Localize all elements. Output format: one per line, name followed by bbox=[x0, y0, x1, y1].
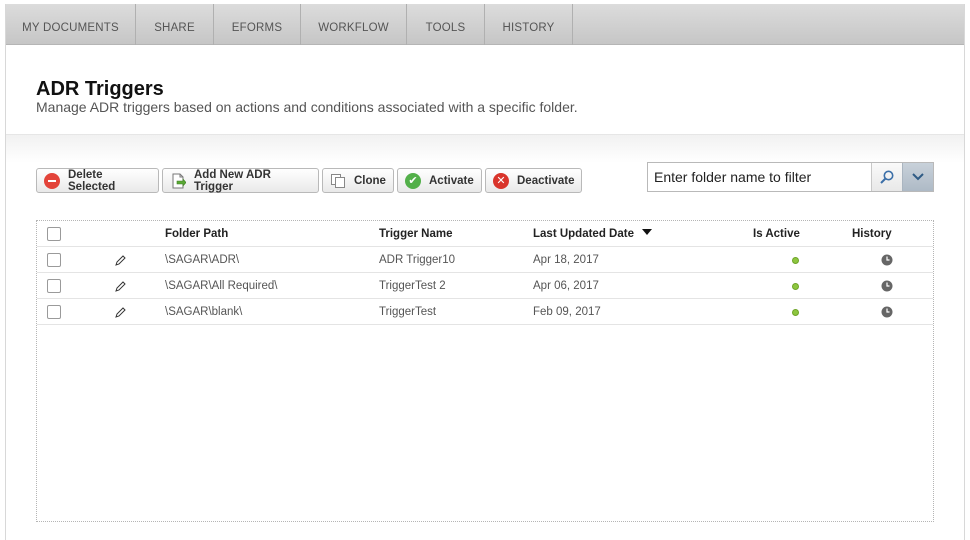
nav-workflow[interactable]: WORKFLOW bbox=[301, 4, 407, 45]
search-button[interactable] bbox=[871, 163, 902, 191]
sort-descending-icon bbox=[641, 229, 652, 235]
column-is-active[interactable]: Is Active bbox=[753, 221, 800, 247]
trigger-name-cell: ADR Trigger10 bbox=[379, 254, 456, 266]
column-history[interactable]: History bbox=[852, 221, 892, 247]
row-checkbox[interactable] bbox=[47, 279, 61, 293]
clock-icon[interactable] bbox=[881, 254, 893, 266]
content-area: Delete Selected Add New ADR Trigger Clon… bbox=[6, 135, 964, 540]
clock-icon[interactable] bbox=[881, 280, 893, 292]
page-subtitle: Manage ADR triggers based on actions and… bbox=[36, 99, 578, 115]
trigger-name-cell: TriggerTest bbox=[379, 306, 437, 318]
last-updated-cell: Apr 06, 2017 bbox=[533, 280, 599, 292]
add-adr-trigger-button[interactable]: Add New ADR Trigger bbox=[162, 168, 319, 193]
trigger-name-cell: TriggerTest 2 bbox=[379, 280, 446, 292]
last-updated-cell: Apr 18, 2017 bbox=[533, 254, 599, 266]
nav-history[interactable]: HISTORY bbox=[485, 4, 573, 45]
deactivate-label: Deactivate bbox=[517, 174, 575, 187]
activate-label: Activate bbox=[429, 174, 474, 187]
active-status-dot bbox=[792, 283, 799, 290]
close-icon: ✕ bbox=[493, 172, 509, 189]
app-frame: MY DOCUMENTS SHARE EFORMS WORKFLOW TOOLS… bbox=[5, 4, 965, 540]
column-folder-path[interactable]: Folder Path bbox=[165, 221, 228, 247]
filter-dropdown-button[interactable] bbox=[902, 163, 933, 191]
active-status-dot bbox=[792, 257, 799, 264]
table-row[interactable]: \SAGAR\blank\ TriggerTest Feb 09, 2017 bbox=[37, 299, 933, 325]
delete-selected-button[interactable]: Delete Selected bbox=[36, 168, 159, 193]
deactivate-button[interactable]: ✕ Deactivate bbox=[485, 168, 582, 193]
chevron-down-icon bbox=[912, 173, 924, 181]
nav-eforms[interactable]: EFORMS bbox=[214, 4, 301, 45]
column-trigger-name[interactable]: Trigger Name bbox=[379, 221, 453, 247]
table-header-row: Folder Path Trigger Name Last Updated Da… bbox=[37, 221, 933, 247]
check-icon: ✔ bbox=[405, 172, 421, 189]
folder-path-cell: \SAGAR\ADR\ bbox=[165, 254, 240, 266]
table-row[interactable]: \SAGAR\ADR\ ADR Trigger10 Apr 18, 2017 bbox=[37, 247, 933, 273]
last-updated-cell: Feb 09, 2017 bbox=[533, 306, 601, 318]
clone-label: Clone bbox=[354, 174, 386, 187]
row-checkbox[interactable] bbox=[47, 253, 61, 267]
clone-icon bbox=[330, 173, 346, 189]
activate-button[interactable]: ✔ Activate bbox=[397, 168, 482, 193]
page-header: ADR Triggers Manage ADR triggers based o… bbox=[6, 45, 964, 135]
clock-icon[interactable] bbox=[881, 306, 893, 318]
select-all-checkbox[interactable] bbox=[47, 227, 61, 241]
clone-button[interactable]: Clone bbox=[322, 168, 394, 193]
column-last-updated-label: Last Updated Date bbox=[533, 228, 634, 240]
edit-pencil-icon[interactable] bbox=[115, 280, 127, 292]
triggers-table: Folder Path Trigger Name Last Updated Da… bbox=[36, 220, 934, 522]
row-checkbox[interactable] bbox=[47, 305, 61, 319]
nav-share[interactable]: SHARE bbox=[136, 4, 214, 45]
delete-selected-label: Delete Selected bbox=[68, 168, 116, 193]
folder-filter bbox=[647, 162, 934, 192]
edit-pencil-icon[interactable] bbox=[115, 306, 127, 318]
column-last-updated[interactable]: Last Updated Date bbox=[533, 221, 652, 247]
folder-path-cell: \SAGAR\blank\ bbox=[165, 306, 243, 318]
active-status-dot bbox=[792, 309, 799, 316]
folder-filter-input[interactable] bbox=[648, 163, 871, 191]
nav-my-documents[interactable]: MY DOCUMENTS bbox=[6, 4, 136, 45]
table-row[interactable]: \SAGAR\All Required\ TriggerTest 2 Apr 0… bbox=[37, 273, 933, 299]
delete-icon bbox=[44, 172, 60, 189]
top-navigation: MY DOCUMENTS SHARE EFORMS WORKFLOW TOOLS… bbox=[6, 4, 964, 45]
search-icon bbox=[880, 170, 894, 184]
folder-path-cell: \SAGAR\All Required\ bbox=[165, 280, 278, 292]
page-title: ADR Triggers bbox=[36, 78, 164, 100]
add-adr-trigger-label: Add New ADR Trigger bbox=[194, 168, 271, 193]
add-document-icon bbox=[170, 173, 186, 189]
edit-pencil-icon[interactable] bbox=[115, 254, 127, 266]
nav-tools[interactable]: TOOLS bbox=[407, 4, 485, 45]
